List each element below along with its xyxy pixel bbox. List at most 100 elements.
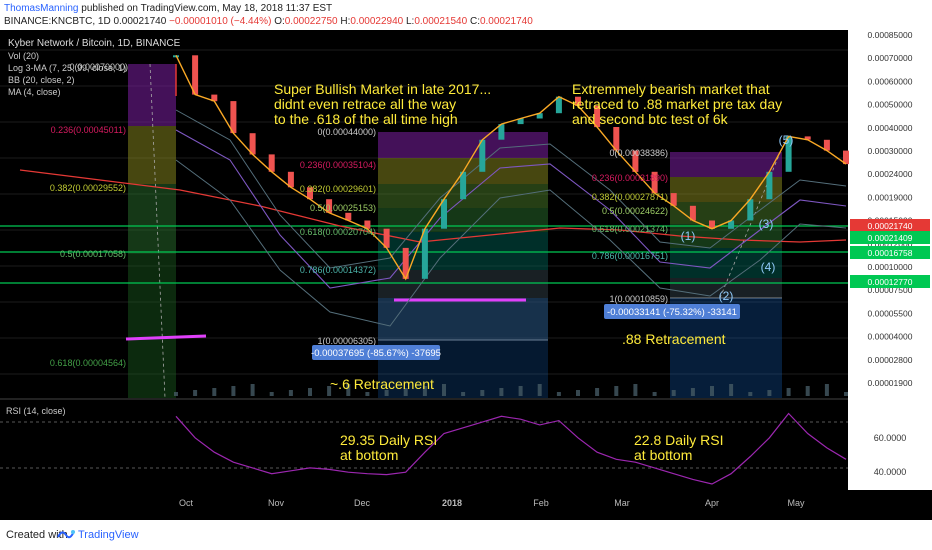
- fib-mid-label-1: 0.236(0.00035104): [300, 160, 376, 170]
- volume-bar: [231, 386, 236, 396]
- chart-svg[interactable]: Kyber Network / Bitcoin, 1D, BINANCE Vol…: [0, 30, 932, 520]
- fib-left-zone-2: [128, 126, 176, 184]
- fib-left-label-4: 0.618(0.00004564): [50, 358, 126, 368]
- fib-left-label-1: 0.236(0.00045011): [51, 125, 126, 135]
- tradingview-brand[interactable]: TradingView: [78, 529, 139, 541]
- volume-bar: [614, 386, 619, 396]
- wave-4-label: (4): [761, 260, 776, 274]
- fib-left-label-3: 0.5(0.00017058): [60, 249, 126, 259]
- fib-mid-zone-1: [378, 132, 548, 158]
- fib-left-zone-4: [128, 254, 176, 398]
- price-axis-tick: 0.00019000: [868, 192, 913, 202]
- fib-right-label-6: 1(0.00010859): [609, 294, 668, 304]
- note-left-1: Super Bullish Market in late 2017...: [274, 81, 491, 97]
- close-label: C:: [469, 16, 480, 27]
- wave-5-label: (5): [779, 133, 794, 147]
- price-candle[interactable]: [421, 228, 428, 279]
- volume-bar: [442, 384, 446, 396]
- ticker: BINANCE:KNCBTC, 1D: [4, 16, 111, 27]
- fib-left-label-0: 0(0.00070000): [69, 62, 128, 72]
- low-value: 0.00021540: [414, 16, 468, 27]
- open-value: 0.00022750: [284, 16, 338, 27]
- note-retr-left: ~.6 Retracement: [330, 376, 434, 392]
- legend-bb: BB (20, close, 2): [8, 75, 75, 85]
- note-rsi-right-2: at bottom: [634, 447, 692, 463]
- time-axis-tick: Mar: [614, 498, 630, 508]
- volume-bar: [174, 392, 178, 396]
- fib-right-label-0: 0(0.00038386): [609, 148, 668, 158]
- time-axis-tick: Apr: [705, 498, 719, 508]
- volume-bar: [308, 388, 312, 396]
- time-axis-tick: Nov: [268, 498, 285, 508]
- volume-bar: [805, 386, 810, 396]
- publish-info: published on TradingView.com, May 18, 20…: [81, 3, 333, 14]
- note-left-2: didnt even retrace all the way: [274, 96, 456, 112]
- wave-2-label: (2): [719, 289, 734, 303]
- volume-bar: [212, 388, 217, 396]
- note-rsi-right-1: 22.8 Daily RSI: [634, 432, 723, 448]
- volume-bar: [576, 390, 580, 396]
- rsi-legend: RSI (14, close): [6, 406, 66, 416]
- volume-bar: [461, 392, 466, 396]
- note-right-1: Extremmely bearish market that: [572, 81, 770, 97]
- volume-bar: [786, 388, 791, 396]
- legend-title: Kyber Network / Bitcoin, 1D, BINANCE: [8, 38, 181, 49]
- author-link[interactable]: ThomasManning: [4, 3, 78, 14]
- fib-mid-label-3: 0.5(0.00025153): [310, 203, 376, 213]
- volume-bar: [537, 384, 542, 396]
- measure-left-label: -0.00037695 (-85.67%) -37695: [311, 348, 441, 359]
- close-value: 0.00021740: [479, 16, 533, 27]
- fib-right-label-2: 0.382(0.00027871): [592, 192, 668, 202]
- volume-bar: [729, 384, 734, 396]
- volume-bar: [595, 388, 600, 396]
- price-axis-tick: 0.00040000: [868, 123, 913, 133]
- volume-bar: [748, 392, 753, 396]
- fib-right-zone-2: [670, 177, 782, 202]
- chart-header: ThomasManning published on TradingView.c…: [0, 0, 932, 30]
- volume-bar: [250, 384, 255, 396]
- fib-mid-label-6: 1(0.00006305): [317, 336, 376, 346]
- chart-area[interactable]: Kyber Network / Bitcoin, 1D, BINANCE Vol…: [0, 30, 932, 520]
- price-badge-label: 0.00016758: [868, 248, 913, 258]
- price-axis-tick: 0.00085000: [868, 30, 913, 40]
- fib-mid-label-4: 0.618(0.00020704): [300, 227, 376, 237]
- tradingview-logo-icon: [57, 530, 75, 539]
- price-axis-tick: 0.00070000: [868, 53, 913, 63]
- volume-bar: [690, 388, 695, 396]
- volume-bar: [671, 390, 676, 396]
- price-change: −0.00001010 (−4.44%): [169, 16, 272, 27]
- price-axis-tick: 0.00001900: [868, 378, 913, 388]
- note-left-3: to the .618 of the all time high: [274, 111, 458, 127]
- price-axis-tick: 0.00050000: [868, 100, 913, 110]
- fib-left-zone-3: [128, 184, 176, 254]
- fib-left-label-2: 0.382(0.00029552): [50, 183, 126, 193]
- time-axis-tick: 2018: [442, 498, 462, 508]
- note-rsi-left-2: at bottom: [340, 447, 398, 463]
- fib-left[interactable]: [128, 63, 177, 399]
- legend-vol: Vol (20): [8, 51, 39, 61]
- price-candle[interactable]: [230, 101, 237, 134]
- fib-right-label-5: 0.786(0.00016751): [592, 251, 668, 261]
- measure-right-label: -0.00033141 (-75.32%) -33141: [607, 307, 737, 318]
- price-axis-tick: 0.00010000: [868, 262, 913, 272]
- price-badges: 0.00021740 0.00021409 0.00016758 0.00012770: [850, 219, 930, 288]
- fib-right-label-1: 0.236(0.00031890): [592, 173, 668, 183]
- volume-bar: [499, 388, 504, 396]
- time-axis-tick: Feb: [533, 498, 549, 508]
- volume-bar: [480, 390, 485, 396]
- price-axis-tick: 0.00030000: [868, 146, 913, 156]
- ohlc-line: BINANCE:KNCBTC, 1D 0.00021740 −0.0000101…: [4, 16, 533, 27]
- time-axis-tick: Oct: [179, 498, 194, 508]
- time-axis-tick: May: [787, 498, 805, 508]
- price-badge-label: 0.00021740: [868, 221, 913, 231]
- volume-bar: [633, 384, 638, 396]
- legend-ma: MA (4, close): [8, 87, 61, 97]
- last-price: 0.00021740: [113, 16, 167, 27]
- open-label: O:: [274, 16, 285, 27]
- time-axis-tick: Dec: [354, 498, 371, 508]
- price-axis-tick: 0.00004000: [868, 332, 913, 342]
- note-right-3: and second btc test of 6k: [572, 111, 729, 127]
- rsi-axis-40: 40.0000: [874, 467, 907, 477]
- price-axis-tick: 0.00060000: [868, 76, 913, 86]
- fib-right-label-4: 0.618(0.00021374): [592, 224, 668, 234]
